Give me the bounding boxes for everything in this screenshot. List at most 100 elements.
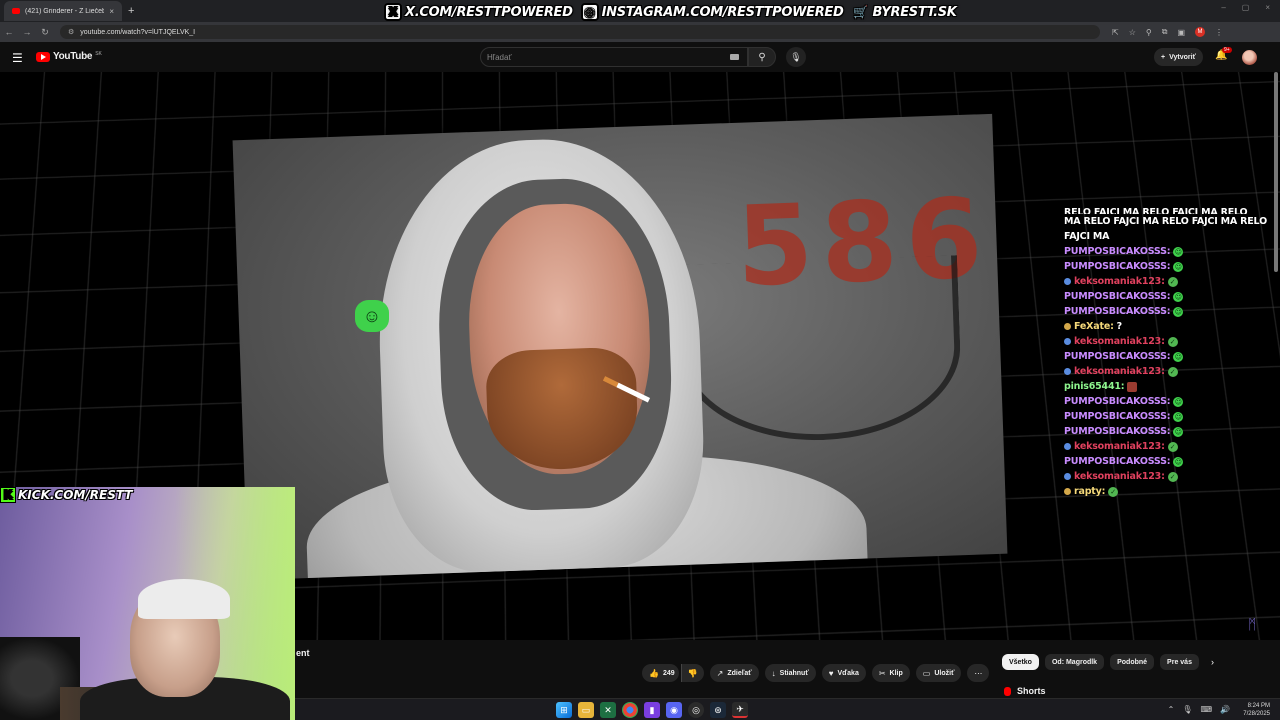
green-emote-icon: ☺ xyxy=(1173,247,1183,257)
green-emote-icon: ☺ xyxy=(1173,457,1183,467)
clip-label: Klip xyxy=(890,670,903,677)
thanks-button[interactable]: ♥ Vďaka xyxy=(822,664,866,682)
taskbar-clock[interactable]: 8:24 PM 7/28/2025 xyxy=(1243,702,1270,718)
chat-message: PUMPOSBICAKOSSS: ☺ xyxy=(1064,409,1276,424)
browser-profile-avatar[interactable]: M xyxy=(1195,27,1205,37)
video-photo-frame: 586 xyxy=(233,114,1008,580)
scissors-icon: ✂ xyxy=(879,669,886,678)
reload-button[interactable]: ↻ xyxy=(36,27,54,38)
bookmark-star-icon[interactable]: ☆ xyxy=(1129,28,1136,37)
bookmark-icon: ▭ xyxy=(923,669,931,678)
user-badge-icon xyxy=(1064,368,1071,375)
webcam-person-cap xyxy=(138,579,230,619)
tab-close-icon[interactable]: × xyxy=(109,7,114,16)
youtube-favicon-icon xyxy=(12,8,20,14)
browser-menu-icon[interactable]: ⋮ xyxy=(1215,28,1223,37)
cart-icon: 🛒 xyxy=(851,3,869,21)
video-actions: 👍 249 👎 ↗ Zdieľať ↓ Stiahnuť ♥ Vďaka ✂ K… xyxy=(642,664,989,682)
chat-message: PUMPOSBICAKOSSS: ☺ xyxy=(1064,259,1276,274)
check-emote-icon: ✓ xyxy=(1168,277,1178,287)
overlay-instagram-text: INSTAGRAM.COM/RESTTPOWERED xyxy=(602,5,844,20)
green-emote-icon: ☺ xyxy=(1173,292,1183,302)
webcam-overlay: K KICK.COM/RESTT xyxy=(0,487,295,720)
chat-message: PUMPOSBICAKOSSS: ☺ xyxy=(1064,349,1276,364)
discord-icon[interactable]: ◉ xyxy=(666,702,682,718)
overlay-x-text: X.COM/RESTTPOWERED xyxy=(405,5,573,20)
steam-icon[interactable]: ⊛ xyxy=(710,702,726,718)
search-button[interactable]: ⚲ xyxy=(748,47,776,67)
clip-button[interactable]: ✂ Klip xyxy=(872,664,910,682)
chat-username: PUMPOSBICAKOSSS: xyxy=(1064,244,1170,259)
chevron-right-icon[interactable]: › xyxy=(1211,657,1214,667)
account-avatar[interactable] xyxy=(1242,50,1257,65)
chip-from-channel[interactable]: Od: Magrodlk xyxy=(1045,654,1104,670)
chat-message: PUMPOSBICAKOSSS: ☺ xyxy=(1064,454,1276,469)
browser-address-bar: ← → ↻ ⚙ youtube.com/watch?v=lUTJQELVK_I … xyxy=(0,22,1280,42)
overlay-shop-text: BYRESTT.SK xyxy=(872,5,956,20)
new-tab-button[interactable]: + xyxy=(128,5,134,17)
menu-hamburger-icon[interactable]: ☰ xyxy=(12,51,23,65)
thanks-label: Vďaka xyxy=(837,670,858,677)
install-icon[interactable]: ⇱ xyxy=(1112,28,1119,37)
share-button[interactable]: ↗ Zdieľať xyxy=(710,664,759,682)
chat-username: PUMPOSBICAKOSSS: xyxy=(1064,259,1170,274)
chat-spam-cut: RELO FAJCI MA RELO FAJCI MA RELO FAJCI M… xyxy=(1064,206,1276,214)
save-button[interactable]: ▭ Uložiť xyxy=(916,664,962,682)
tray-volume-icon[interactable]: 🔊 xyxy=(1220,705,1230,714)
green-emote-icon: ☺ xyxy=(1173,262,1183,272)
user-badge-icon xyxy=(1064,278,1071,285)
maximize-button[interactable]: ▢ xyxy=(1242,3,1250,12)
chat-message: keksomaniak123: ✓ xyxy=(1064,364,1276,379)
chat-username: PUMPOSBICAKOSSS: xyxy=(1064,289,1170,304)
chat-text: ? xyxy=(1117,319,1123,334)
site-info-icon[interactable]: ⚙ xyxy=(68,28,74,36)
extension-icon[interactable]: ⚲ xyxy=(1146,28,1152,37)
url-field[interactable]: ⚙ youtube.com/watch?v=lUTJQELVK_I xyxy=(60,25,1100,39)
search-input[interactable]: Hľadať xyxy=(480,47,748,67)
shorts-section-header[interactable]: Shorts xyxy=(1004,686,1046,696)
download-icon: ↓ xyxy=(772,669,776,678)
active-app-icon[interactable]: ✈ xyxy=(732,702,748,718)
file-explorer-icon[interactable]: ▭ xyxy=(578,702,594,718)
chrome-icon[interactable] xyxy=(622,702,638,718)
dislike-button[interactable]: 👎 xyxy=(681,664,704,682)
channel-watermark-icon[interactable]: ᛗ xyxy=(1248,616,1256,632)
chip-all[interactable]: Všetko xyxy=(1002,654,1039,670)
minimize-button[interactable]: – xyxy=(1221,3,1225,12)
browser-tab[interactable]: (421) Grinderer - Z Liečeb × xyxy=(4,1,122,21)
chat-message: PUMPOSBICAKOSSS: ☺ xyxy=(1064,289,1276,304)
chip-for-you[interactable]: Pre vás xyxy=(1160,654,1199,670)
window-controls: – ▢ × xyxy=(1221,3,1270,12)
back-button[interactable]: ← xyxy=(0,27,18,37)
laughing-emote-icon: ☺ xyxy=(355,300,389,332)
keyboard-icon[interactable] xyxy=(730,54,739,60)
excel-icon[interactable]: ✕ xyxy=(600,702,616,718)
download-button[interactable]: ↓ Stiahnuť xyxy=(765,664,816,682)
youtube-logo[interactable]: YouTube SK xyxy=(36,51,102,62)
clock-date: 7/28/2025 xyxy=(1243,710,1270,718)
more-actions-button[interactable]: ⋯ xyxy=(967,664,989,682)
x-logo-icon: X xyxy=(384,3,402,21)
close-window-button[interactable]: × xyxy=(1265,3,1270,12)
check-emote-icon: ✓ xyxy=(1168,442,1178,452)
windows-start-icon[interactable]: ⊞ xyxy=(556,702,572,718)
extensions-puzzle-icon[interactable]: ⧉ xyxy=(1162,27,1168,37)
forward-button[interactable]: → xyxy=(18,27,36,37)
voice-search-button[interactable]: 🎙 xyxy=(786,47,806,67)
user-badge-icon xyxy=(1064,473,1071,480)
chat-spam-message: MA RELO FAJCI MA RELO FAJCI MA RELO FAJC… xyxy=(1064,214,1276,244)
twitch-icon[interactable]: ▮ xyxy=(644,702,660,718)
thumbs-up-icon: 👍 xyxy=(649,669,659,678)
chat-message: PUMPOSBICAKOSSS: ☺ xyxy=(1064,244,1276,259)
tray-mic-icon[interactable]: 🎙 xyxy=(1182,705,1192,714)
sidebar-icon[interactable]: ▣ xyxy=(1177,28,1185,37)
chat-username: keksomaniak123: xyxy=(1074,364,1165,379)
tray-keyboard-icon[interactable]: ⌨ xyxy=(1200,705,1212,714)
like-button[interactable]: 👍 249 xyxy=(642,664,679,682)
create-button[interactable]: + Vytvoriť xyxy=(1154,48,1203,66)
obs-icon[interactable]: ◎ xyxy=(688,702,704,718)
tray-expand-icon[interactable]: ⌃ xyxy=(1168,705,1175,714)
thumbs-down-icon: 👎 xyxy=(688,669,698,678)
green-emote-icon: ☺ xyxy=(1173,397,1183,407)
chip-related[interactable]: Podobné xyxy=(1110,654,1154,670)
